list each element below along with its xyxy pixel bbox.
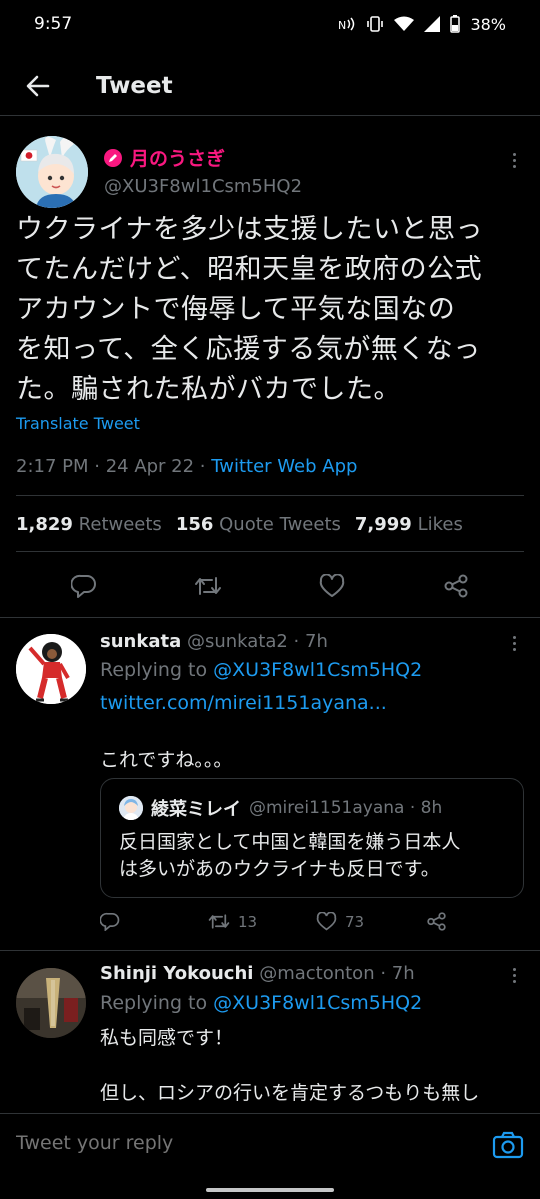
home-indicator[interactable] [206, 1188, 334, 1192]
quote-author-name: 綾菜ミレイ [151, 799, 241, 820]
more-options-icon[interactable] [502, 631, 526, 655]
status-icons: N 38% [338, 15, 506, 34]
avatar[interactable] [16, 136, 88, 208]
share-button[interactable] [434, 564, 478, 608]
reply-author-name[interactable]: Shinji Yokouchi [100, 963, 253, 984]
quote-text-line: 反日国家として中国と韓国を嫌う日本人 [119, 831, 461, 853]
divider [0, 950, 540, 951]
share-icon [427, 912, 446, 931]
share-button[interactable] [426, 912, 447, 931]
svg-text:N: N [338, 19, 346, 32]
reply-author-handle: @sunkata2 · 7h [186, 631, 328, 652]
like-button[interactable]: 73 [316, 912, 426, 931]
retweet-count: 13 [238, 912, 258, 931]
reply-text-line: 但し、ロシアの行いを肯定するつもりも無し [100, 1082, 480, 1104]
retweets-label: Retweets [78, 514, 162, 535]
tweet-text-line: てたんだけど、昭和天皇を政府の公式 [16, 254, 483, 285]
reply-header: sunkata @sunkata2 · 7h [100, 631, 328, 652]
camera-icon [492, 1131, 524, 1159]
pencil-badge-icon [104, 148, 122, 167]
retweets-stat[interactable]: 1,829 Retweets [16, 514, 166, 535]
reply-composer [0, 1113, 540, 1175]
retweet-icon [195, 577, 221, 595]
quote-text-line: は多いがあのウクライナも反日です。 [119, 858, 440, 880]
vibrate-icon [366, 15, 384, 33]
translate-tweet-link[interactable]: Translate Tweet [16, 414, 140, 433]
tweet-text-line: た。騙された私がバカでした。 [16, 374, 401, 405]
reply-header: Shinji Yokouchi @mactonton · 7h [100, 963, 415, 984]
tweet-text: ウクライナを多少は支援したいと思っ てたんだけど、昭和天皇を政府の公式 アカウン… [16, 210, 528, 410]
replying-to: Replying to @XU3F8wl1Csm5HQ2 [100, 992, 422, 1014]
signal-icon [424, 16, 441, 32]
wifi-icon [394, 16, 415, 32]
avatar[interactable] [16, 968, 86, 1038]
tweet-source-link[interactable]: Twitter Web App [211, 456, 357, 477]
reply-icon [100, 912, 120, 931]
heart-icon [316, 912, 337, 931]
retweet-button[interactable]: 13 [208, 912, 316, 931]
replying-to-label: Replying to [100, 659, 214, 681]
replying-to-handle[interactable]: @XU3F8wl1Csm5HQ2 [213, 992, 422, 1014]
author-name-row[interactable]: 月のうさぎ [104, 144, 225, 171]
divider [16, 551, 524, 552]
battery-percent: 38% [470, 14, 506, 34]
app-header: Tweet [0, 56, 540, 116]
retweet-icon [208, 914, 230, 929]
reply-button[interactable] [62, 564, 106, 608]
reply-author-handle: @mactonton · 7h [259, 963, 415, 984]
divider [16, 495, 524, 496]
reply-input[interactable] [16, 1132, 476, 1154]
replying-to-handle[interactable]: @XU3F8wl1Csm5HQ2 [213, 659, 422, 681]
back-button[interactable] [18, 66, 58, 106]
reply-icon [71, 574, 96, 598]
replying-to-label: Replying to [100, 992, 214, 1014]
reply-actions: 13 73 [100, 912, 447, 931]
camera-button[interactable] [492, 1130, 524, 1160]
more-options-icon[interactable] [502, 148, 526, 172]
quote-header: 綾菜ミレイ @mirei1151ayana · 8h [119, 795, 442, 821]
share-icon [444, 574, 468, 598]
tweet-text-line: ウクライナを多少は支援したいと思っ [16, 214, 483, 245]
quotes-stat[interactable]: 156 Quote Tweets [176, 514, 345, 535]
quote-text: 反日国家として中国と韓国を嫌う日本人 は多いがあのウクライナも反日です。 [119, 829, 509, 883]
quote-author-handle: @mirei1151ayana · 8h [249, 798, 443, 818]
avatar [119, 796, 143, 820]
divider [0, 617, 540, 618]
quotes-count: 156 [175, 514, 214, 535]
reply-button[interactable] [100, 912, 208, 931]
tweet-text-line: を知って、全く応援する気が無くなっ [16, 334, 481, 365]
likes-count: 7,999 [354, 514, 412, 535]
reply-text-line: 私も同感です！ [100, 1027, 234, 1049]
author-name: 月のうさぎ [130, 148, 226, 170]
like-count: 73 [345, 912, 365, 931]
like-button[interactable] [310, 564, 354, 608]
retweets-count: 1,829 [16, 514, 73, 535]
likes-label: Likes [417, 514, 463, 535]
retweet-button[interactable] [186, 564, 230, 608]
replying-to: Replying to @XU3F8wl1Csm5HQ2 [100, 659, 422, 681]
quotes-label: Quote Tweets [219, 514, 341, 535]
author-handle: @XU3F8wl1Csm5HQ2 [104, 176, 303, 197]
tweet-actions [0, 564, 540, 608]
likes-stat[interactable]: 7,999 Likes [355, 514, 467, 535]
nfc-icon: N [338, 16, 356, 32]
page-title: Tweet [96, 72, 173, 99]
reply-author-name[interactable]: sunkata [100, 631, 181, 652]
reply-text: これですね。。。 [100, 749, 233, 771]
more-options-icon[interactable] [502, 963, 526, 987]
tweet-stats: 1,829 Retweets 156 Quote Tweets 7,999 Li… [16, 514, 467, 535]
status-time: 9:57 [34, 14, 73, 34]
tweet-timestamp: 2:17 PM · 24 Apr 22 · [16, 456, 212, 477]
status-bar: 9:57 N 38% [0, 0, 540, 48]
tweet-meta: 2:17 PM · 24 Apr 22 · Twitter Web App [16, 456, 357, 477]
battery-icon [450, 15, 461, 33]
reply-link-line: twitter.com/mirei1151ayana... [100, 692, 387, 714]
quote-tweet[interactable]: 綾菜ミレイ @mirei1151ayana · 8h 反日国家として中国と韓国を… [100, 778, 524, 898]
heart-icon [319, 574, 345, 597]
reply-link[interactable]: twitter.com/mirei1151ayana... [100, 692, 387, 714]
back-arrow-icon [26, 75, 50, 96]
avatar[interactable] [16, 634, 86, 704]
tweet-text-line: アカウントで侮辱して平気な国なの [16, 294, 456, 325]
